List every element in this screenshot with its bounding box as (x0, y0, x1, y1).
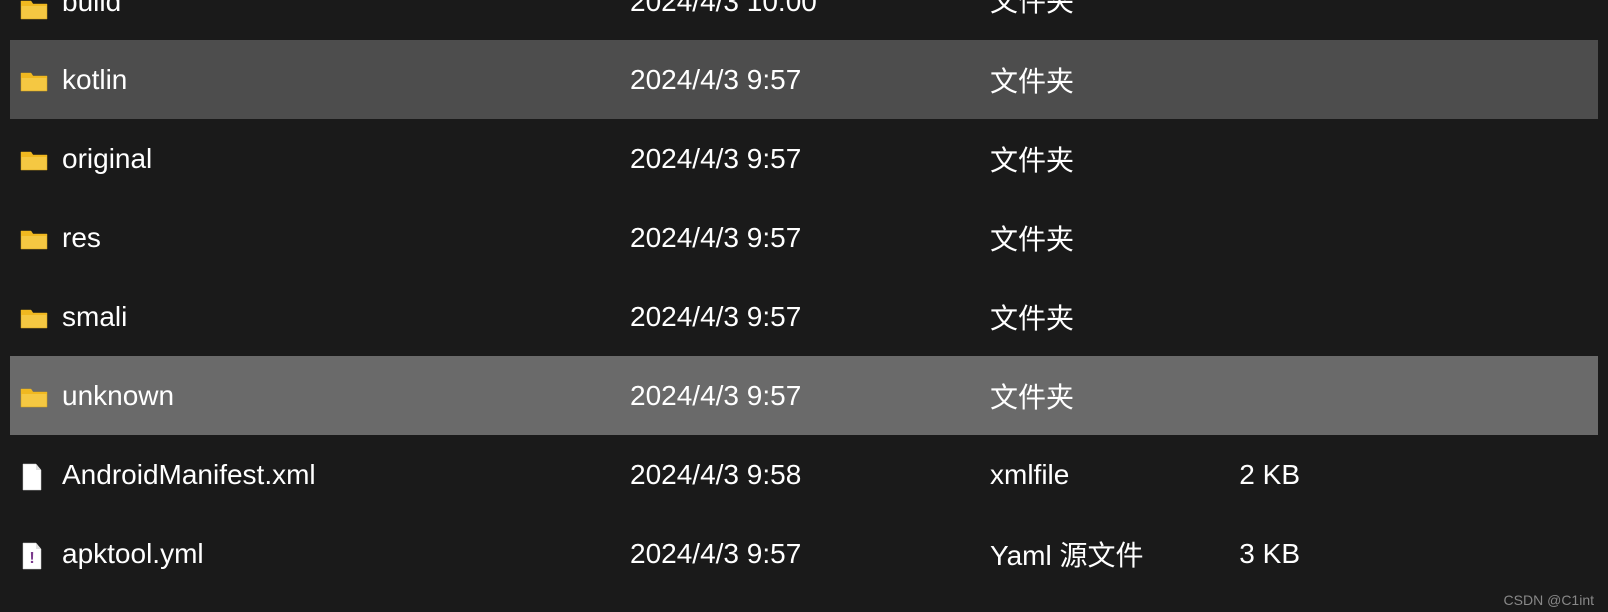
folder-icon (20, 68, 48, 92)
folder-icon (20, 0, 48, 20)
file-row[interactable]: smali 2024/4/3 9:57文件夹 (10, 277, 1598, 356)
file-list: build2024/4/3 10:00文件夹kotlin2024/4/3 9:5… (0, 0, 1608, 593)
file-type-cell: xmlfile (990, 459, 1220, 491)
file-date-cell: 2024/4/3 10:00 (630, 0, 990, 12)
folder-icon (20, 226, 48, 250)
folder-icon (20, 147, 48, 171)
file-date-cell: 2024/4/3 9:57 (630, 143, 990, 175)
file-name-label: original (62, 143, 152, 175)
file-name-cell: ! apktool.yml (20, 538, 630, 570)
file-name-cell: res (20, 222, 630, 254)
file-row[interactable]: AndroidManifest.xml 2024/4/3 9:58xmlfile2… (10, 435, 1598, 514)
file-type-cell: 文件夹 (990, 297, 1220, 337)
file-name-cell: unknown (20, 380, 630, 412)
file-row[interactable]: ! apktool.yml 2024/4/3 9:57Yaml 源文件3 KB (10, 514, 1598, 593)
watermark: CSDN @C1int (1504, 592, 1594, 608)
file-date-cell: 2024/4/3 9:57 (630, 538, 990, 570)
file-icon (20, 463, 48, 487)
file-date-cell: 2024/4/3 9:57 (630, 64, 990, 96)
file-row[interactable]: res 2024/4/3 9:57文件夹 (10, 198, 1598, 277)
file-type-cell: 文件夹 (990, 376, 1220, 416)
svg-text:!: ! (29, 550, 34, 567)
file-date-cell: 2024/4/3 9:57 (630, 222, 990, 254)
file-name-cell: kotlin (20, 64, 630, 96)
file-name-cell: AndroidManifest.xml (20, 459, 630, 491)
file-type-cell: 文件夹 (990, 0, 1220, 12)
file-type-cell: 文件夹 (990, 60, 1220, 100)
file-row[interactable]: kotlin 2024/4/3 9:57文件夹 (10, 40, 1598, 119)
file-name-label: build (62, 0, 121, 12)
file-name-cell: build (20, 0, 630, 20)
file-row[interactable]: unknown 2024/4/3 9:57文件夹 (10, 356, 1598, 435)
file-row[interactable]: build 2024/4/3 10:00文件夹 (10, 0, 1598, 40)
file-size-cell: 3 KB (1220, 538, 1300, 570)
file-name-label: smali (62, 301, 127, 333)
file-type-cell: Yaml 源文件 (990, 534, 1220, 574)
file-date-cell: 2024/4/3 9:57 (630, 380, 990, 412)
file-name-label: kotlin (62, 64, 127, 96)
file-size-cell: 2 KB (1220, 459, 1300, 491)
file-type-cell: 文件夹 (990, 139, 1220, 179)
file-row[interactable]: original 2024/4/3 9:57文件夹 (10, 119, 1598, 198)
file-name-label: AndroidManifest.xml (62, 459, 316, 491)
folder-icon (20, 305, 48, 329)
file-name-cell: smali (20, 301, 630, 333)
file-date-cell: 2024/4/3 9:58 (630, 459, 990, 491)
file-name-label: res (62, 222, 101, 254)
file-name-label: unknown (62, 380, 174, 412)
file-date-cell: 2024/4/3 9:57 (630, 301, 990, 333)
folder-icon (20, 384, 48, 408)
file-yaml-icon: ! (20, 542, 48, 566)
file-type-cell: 文件夹 (990, 218, 1220, 258)
file-name-label: apktool.yml (62, 538, 204, 570)
file-name-cell: original (20, 143, 630, 175)
